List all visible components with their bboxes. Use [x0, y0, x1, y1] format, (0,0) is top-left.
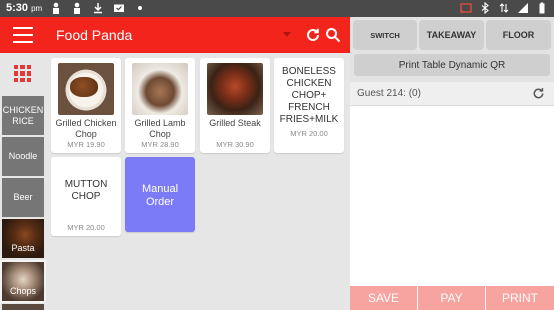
product-card-boneless-chicken-chop[interactable]: BONELESS CHICKEN CHOP+ FRENCH FRIES+MILK…	[274, 58, 344, 153]
category-grid-icon[interactable]	[14, 65, 31, 82]
notification-icons	[50, 2, 146, 14]
product-card-grilled-chicken-chop[interactable]: Grilled Chicken Chop MYR 19.90	[51, 58, 121, 153]
product-price: MYR 20.00	[290, 129, 328, 138]
bluetooth-icon	[481, 2, 489, 14]
product-name: BONELESS CHICKEN CHOP+ FRENCH FRIES+MILK	[279, 66, 339, 122]
category-sidebar: CHICKEN RICE Noodle Beer Pasta Chops	[0, 53, 46, 310]
product-name: Grilled Steak	[209, 118, 261, 128]
product-card-grilled-steak[interactable]: Grilled Steak MYR 30.90	[200, 58, 270, 153]
status-bar: 5:30 pm	[0, 0, 554, 17]
signal-icon	[518, 3, 528, 13]
refresh-icon[interactable]	[531, 86, 546, 101]
category-noodle[interactable]: Noodle	[2, 137, 44, 176]
category-partial[interactable]	[2, 304, 44, 310]
status-time: 5:30 pm	[6, 2, 43, 14]
dot-icon	[138, 6, 142, 10]
cast-icon	[460, 3, 472, 13]
order-panel-toolbar: SWITCH TAKEAWAY FLOOR Print Table Dynami…	[350, 17, 554, 82]
download-icon	[94, 3, 102, 14]
product-card-grilled-lamb-chop[interactable]: Grilled Lamb Chop MYR 28.90	[125, 58, 195, 153]
print-button[interactable]: PRINT	[486, 286, 554, 310]
takeaway-button[interactable]: TAKEAWAY	[419, 20, 484, 50]
system-icons	[460, 2, 548, 14]
product-name: Grilled Lamb Chop	[134, 118, 186, 139]
order-panel: SWITCH TAKEAWAY FLOOR Print Table Dynami…	[350, 17, 554, 310]
guest-label: Guest 214: (0)	[357, 88, 421, 99]
floor-button[interactable]: FLOOR	[486, 20, 551, 50]
category-beer[interactable]: Beer	[2, 178, 44, 217]
product-price: MYR 20.00	[67, 223, 105, 232]
app-header: Food Panda	[0, 17, 350, 53]
product-grid: Grilled Chicken Chop MYR 19.90 Grilled L…	[46, 53, 350, 310]
manual-order-button[interactable]: Manual Order	[125, 157, 195, 232]
pay-button[interactable]: PAY	[418, 286, 485, 310]
product-image	[132, 63, 188, 115]
switch-button[interactable]: SWITCH	[353, 20, 417, 50]
hamburger-icon[interactable]	[13, 27, 33, 43]
data-arrows-icon	[499, 3, 509, 13]
product-name: Grilled Chicken Chop	[55, 118, 117, 139]
product-price: MYR 30.90	[216, 140, 254, 149]
product-card-mutton-chop[interactable]: MUTTON CHOP MYR 20.00	[51, 157, 121, 236]
search-icon[interactable]	[324, 26, 342, 44]
category-pasta[interactable]: Pasta	[2, 219, 44, 258]
category-chicken-rice[interactable]: CHICKEN RICE	[2, 96, 44, 135]
product-image	[207, 63, 263, 115]
dropdown-caret-icon[interactable]	[283, 32, 291, 37]
order-items-list	[350, 106, 554, 286]
guest-row: Guest 214: (0)	[350, 82, 554, 106]
save-button[interactable]: SAVE	[350, 286, 417, 310]
person-icon	[53, 2, 59, 14]
product-price: MYR 19.90	[67, 140, 105, 149]
print-table-qr-button[interactable]: Print Table Dynamic QR	[354, 54, 550, 76]
mail-check-icon	[114, 4, 124, 12]
product-image	[58, 63, 114, 115]
manual-order-label: Manual Order	[141, 183, 179, 208]
page-title: Food Panda	[56, 27, 133, 43]
person-icon	[74, 2, 80, 14]
battery-icon	[539, 2, 545, 14]
category-chops[interactable]: Chops	[0, 260, 46, 303]
refresh-icon[interactable]	[304, 26, 322, 44]
product-price: MYR 28.90	[141, 140, 179, 149]
